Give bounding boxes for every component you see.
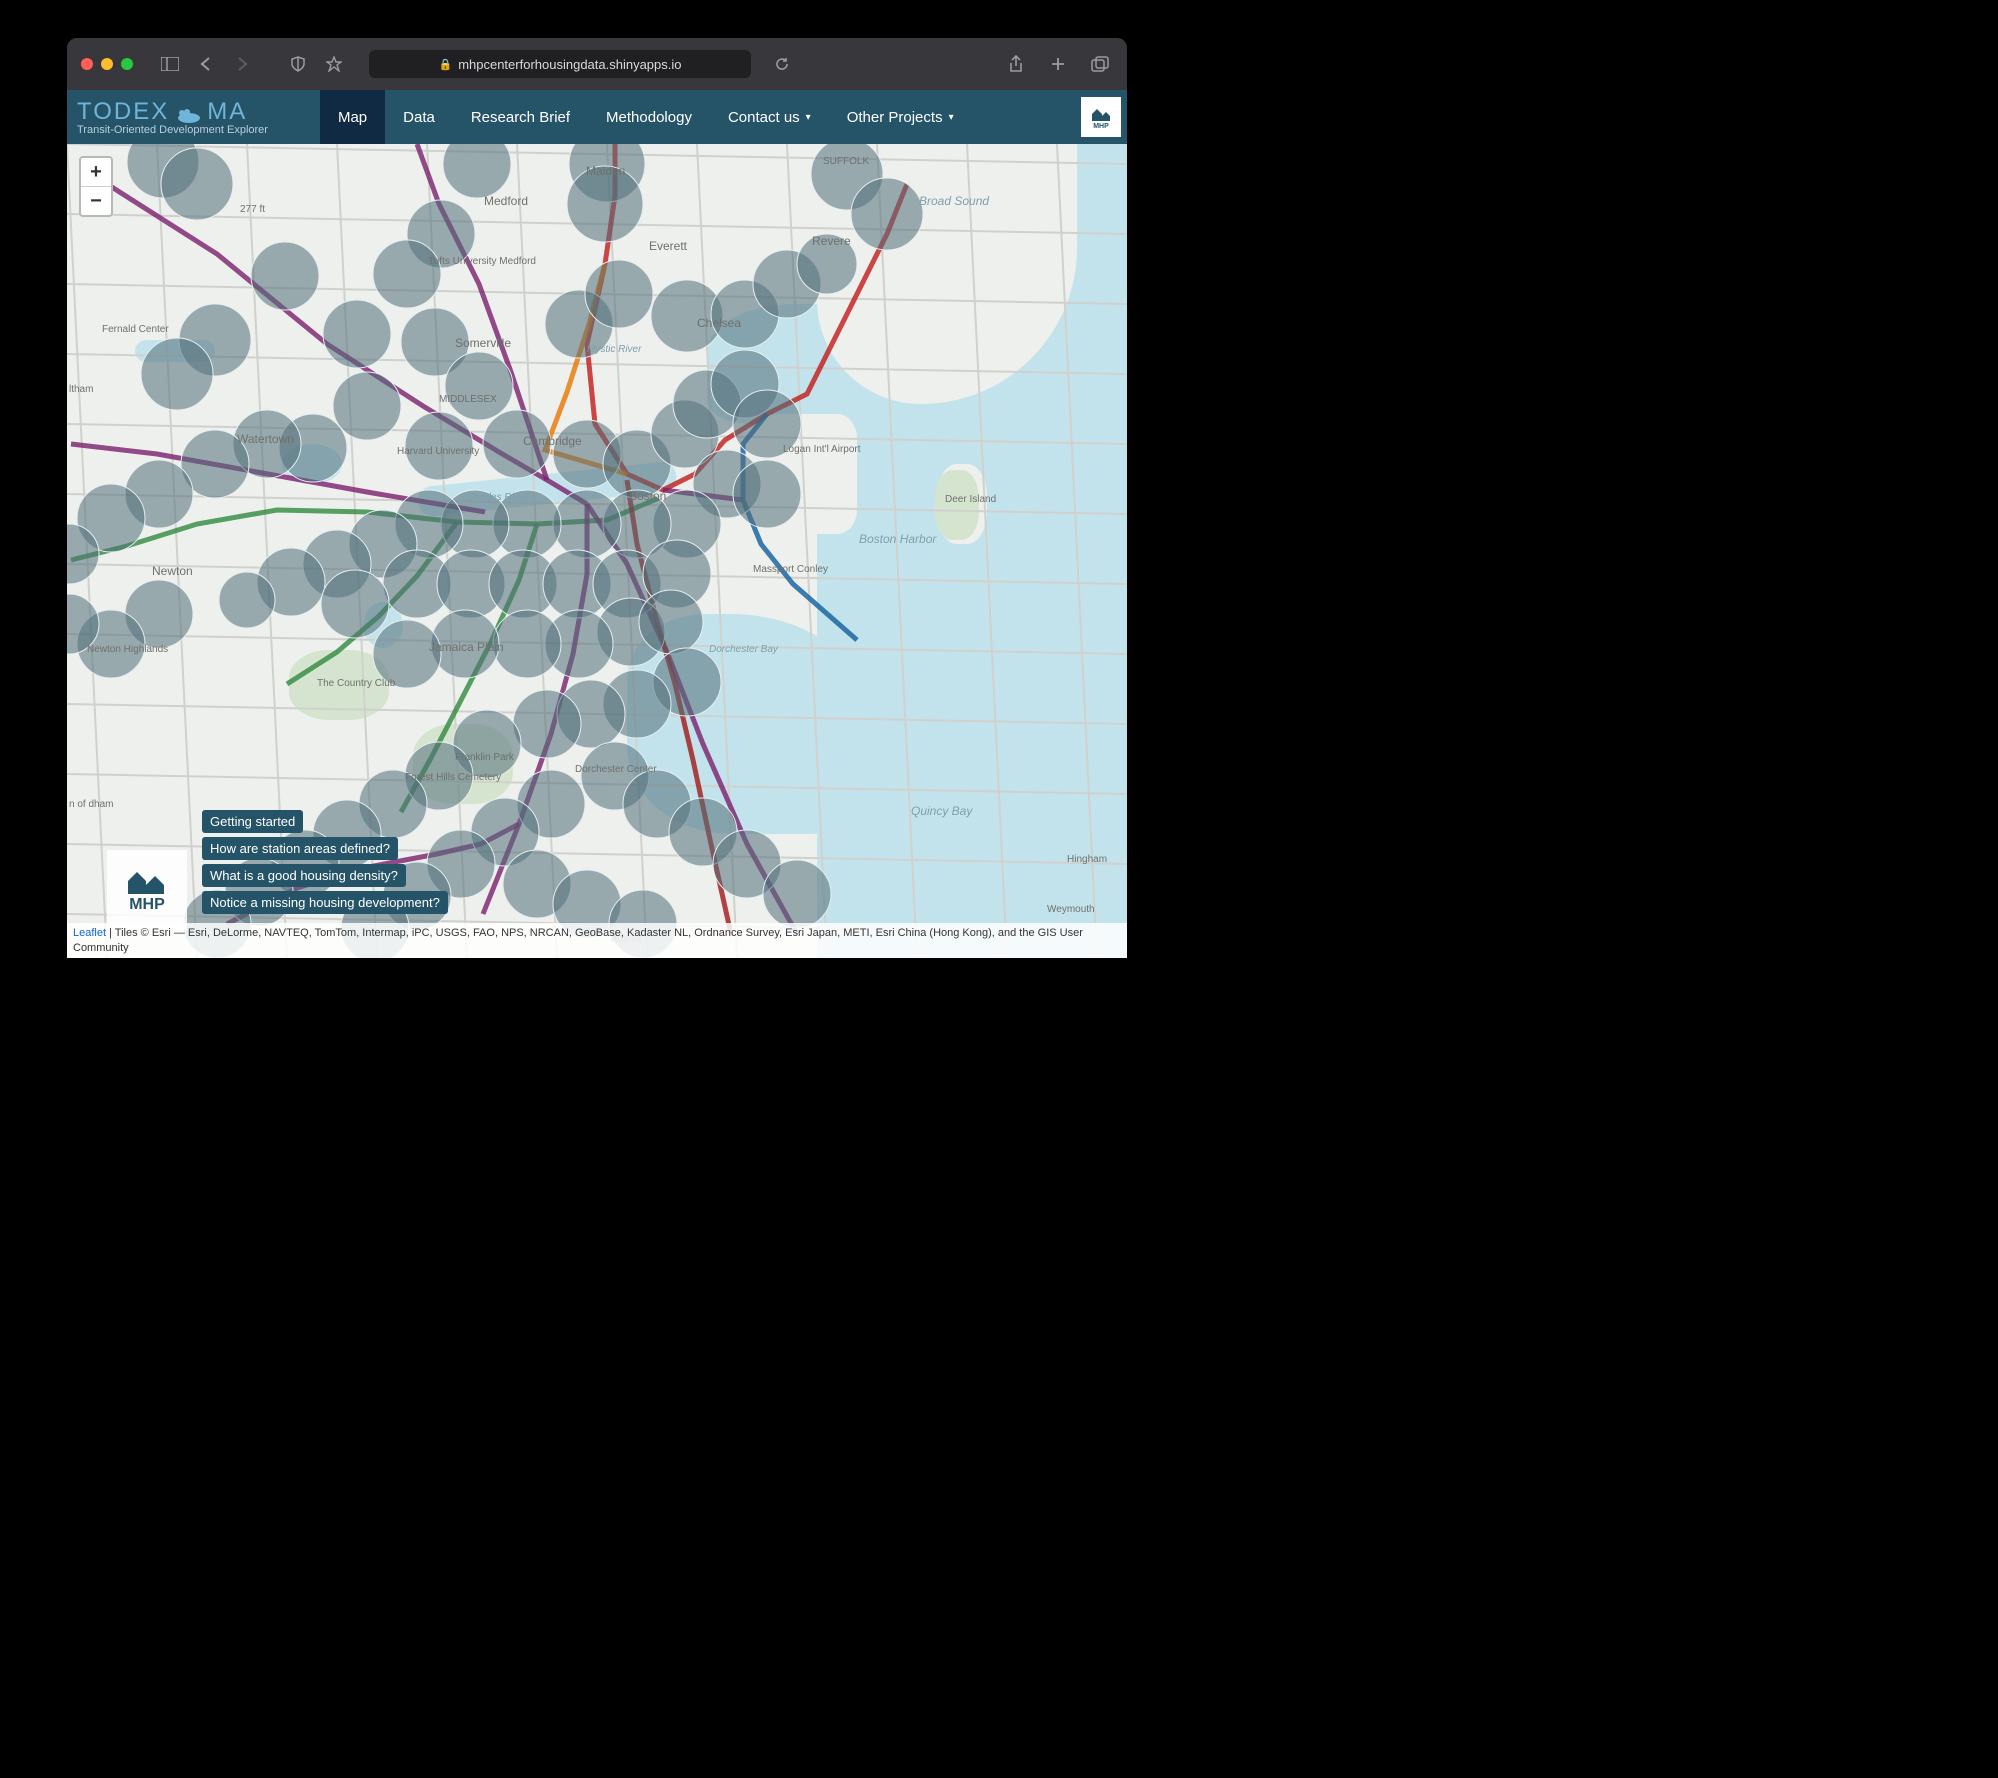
app-navbar: TODEX MA Transit-Oriented Development Ex… (67, 90, 1127, 144)
brand-title: TODEX MA (77, 98, 268, 126)
nav-item-contact-us[interactable]: Contact us▾ (710, 90, 829, 144)
nav-item-research-brief[interactable]: Research Brief (453, 90, 588, 144)
reload-icon[interactable] (769, 51, 795, 77)
help-button[interactable]: Getting started (202, 810, 303, 833)
address-bar[interactable]: 🔒 mhpcenterforhousingdata.shinyapps.io (369, 50, 751, 78)
map-attribution: Leaflet | Tiles © Esri — Esri, DeLorme, … (67, 923, 1127, 958)
station-area-circle[interactable] (513, 690, 581, 758)
station-area-circle[interactable] (161, 148, 233, 220)
nav-items: MapDataResearch BriefMethodologyContact … (320, 90, 972, 144)
station-area-circle[interactable] (553, 490, 621, 558)
mhp-corner-logo[interactable]: MHP (107, 850, 187, 930)
station-area-circle[interactable] (567, 166, 643, 242)
houses-icon (124, 866, 170, 896)
lock-icon: 🔒 (438, 58, 452, 71)
station-area-circle[interactable] (373, 620, 441, 688)
zoom-control: + − (79, 156, 113, 217)
station-area-circle[interactable] (251, 242, 319, 310)
station-area-circle[interactable] (321, 570, 389, 638)
minimize-window-icon[interactable] (101, 58, 113, 70)
brand-name-left: TODEX (77, 98, 169, 126)
tabs-overview-icon[interactable] (1087, 51, 1113, 77)
fullscreen-window-icon[interactable] (121, 58, 133, 70)
station-area-circle[interactable] (851, 178, 923, 250)
help-button[interactable]: Notice a missing housing development? (202, 891, 448, 914)
frog-icon (173, 103, 203, 121)
station-area-circle[interactable] (333, 372, 401, 440)
mhp-nav-logo[interactable]: MHP (1081, 97, 1121, 137)
station-area-circle[interactable] (219, 572, 275, 628)
map-area[interactable]: 277 ftMaldenMedfordEverettRevereTufts Un… (67, 144, 1127, 958)
station-area-circle[interactable] (493, 610, 561, 678)
station-area-circle[interactable] (585, 260, 653, 328)
station-area-circle[interactable] (639, 590, 703, 654)
forward-button-icon[interactable] (229, 51, 255, 77)
shield-icon[interactable] (285, 51, 311, 77)
zoom-in-button[interactable]: + (81, 158, 111, 187)
zoom-out-button[interactable]: − (81, 187, 111, 215)
back-button-icon[interactable] (193, 51, 219, 77)
bookmark-star-icon[interactable] (321, 51, 347, 77)
nav-item-map[interactable]: Map (320, 90, 385, 144)
station-area-circle[interactable] (763, 860, 831, 928)
station-area-circle[interactable] (483, 410, 551, 478)
help-button[interactable]: How are station areas defined? (202, 837, 398, 860)
browser-titlebar: 🔒 mhpcenterforhousingdata.shinyapps.io (67, 38, 1127, 90)
sidebar-toggle-icon[interactable] (157, 51, 183, 77)
station-area-circle[interactable] (733, 460, 801, 528)
help-button[interactable]: What is a good housing density? (202, 864, 406, 887)
station-area-circle[interactable] (797, 234, 857, 294)
station-area-circle[interactable] (323, 300, 391, 368)
station-area-circle[interactable] (431, 610, 499, 678)
station-area-circle[interactable] (141, 338, 213, 410)
chevron-down-icon: ▾ (949, 112, 954, 123)
window-controls (81, 58, 133, 70)
nav-item-other-projects[interactable]: Other Projects▾ (829, 90, 972, 144)
station-area-circle[interactable] (373, 240, 441, 308)
station-area-circle[interactable] (405, 412, 473, 480)
url-host: mhpcenterforhousingdata.shinyapps.io (458, 57, 681, 72)
nav-logo-text: MHP (1093, 123, 1109, 130)
browser-window: 🔒 mhpcenterforhousingdata.shinyapps.io T… (67, 38, 1127, 958)
nav-item-data[interactable]: Data (385, 90, 453, 144)
share-icon[interactable] (1003, 51, 1029, 77)
brand[interactable]: TODEX MA Transit-Oriented Development Ex… (67, 90, 280, 144)
chevron-down-icon: ▾ (806, 112, 811, 123)
nav-item-methodology[interactable]: Methodology (588, 90, 710, 144)
station-area-circle[interactable] (443, 144, 511, 198)
close-window-icon[interactable] (81, 58, 93, 70)
station-area-circle[interactable] (733, 390, 801, 458)
leaflet-link[interactable]: Leaflet (73, 927, 106, 939)
house-icon (1088, 105, 1114, 123)
attribution-text: | Tiles © Esri — Esri, DeLorme, NAVTEQ, … (73, 927, 1083, 953)
new-tab-icon[interactable] (1045, 51, 1071, 77)
brand-name-right: MA (207, 98, 247, 126)
corner-logo-text: MHP (129, 896, 165, 914)
brand-subtitle: Transit-Oriented Development Explorer (77, 124, 268, 136)
station-area-circle[interactable] (445, 352, 513, 420)
help-buttons: Getting started How are station areas def… (202, 810, 448, 914)
